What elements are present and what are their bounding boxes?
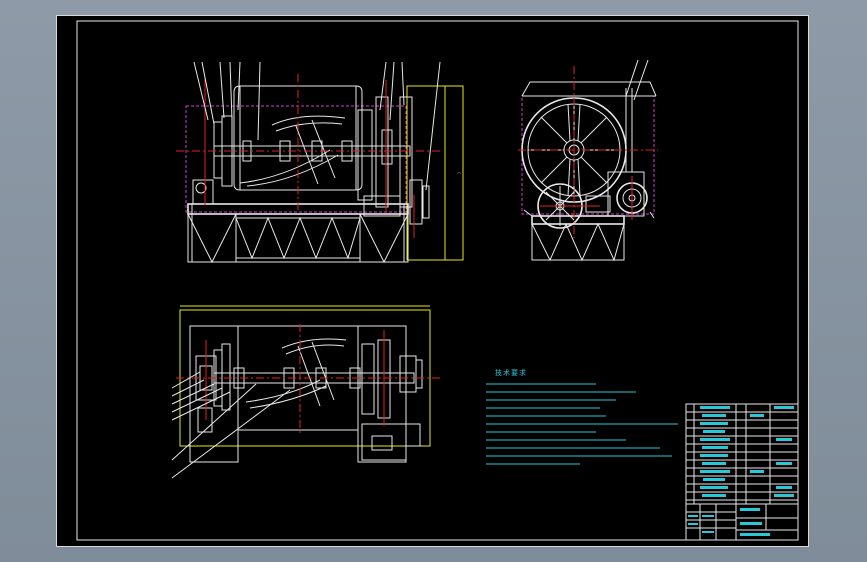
technical-requirements-title: 技术要求 [495,369,527,377]
top-view [171,305,440,479]
drawing-canvas: ⌒ [76,20,799,541]
front-view: ⌒ [176,61,464,264]
svg-text:⌒: ⌒ [457,171,461,177]
inner-frame [76,20,799,541]
cad-viewport[interactable]: ⌒ 技术要求 [0,0,867,562]
parts-list-table [685,403,799,541]
side-view [518,59,658,262]
technical-requirements-notes [486,383,678,465]
